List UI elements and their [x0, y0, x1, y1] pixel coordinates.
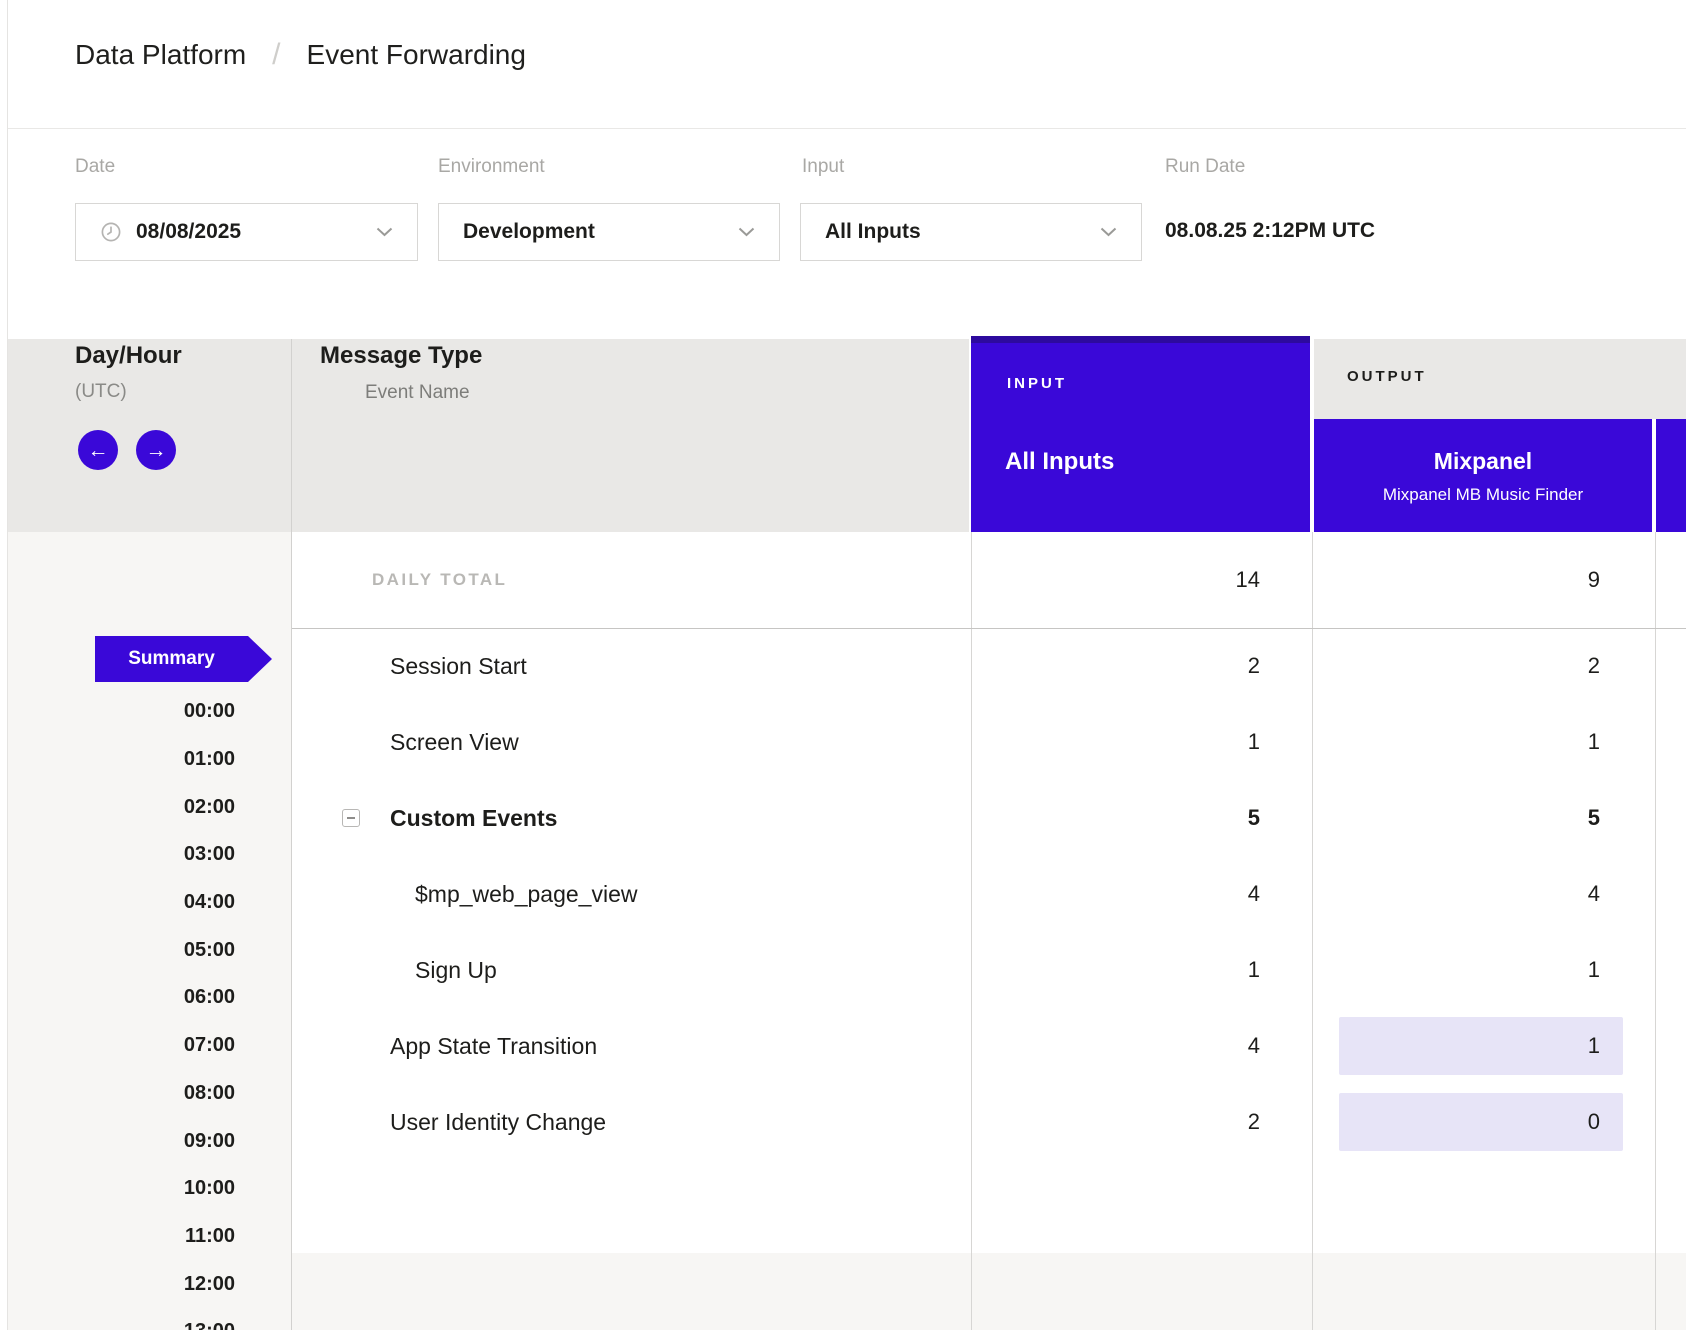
hour-item[interactable]: 03:00 [8, 831, 291, 879]
output-column-header-next-partial [1656, 419, 1686, 532]
event-forwarding-page: Data Platform / Event Forwarding Date En… [0, 0, 1686, 1330]
highlighted-output-cell: 1 [1339, 1017, 1623, 1075]
environment-select[interactable]: Development [438, 203, 780, 261]
summary-label: Summary [95, 636, 248, 682]
summary-arrow-point [248, 636, 272, 682]
output-column-name: Mixpanel [1434, 448, 1532, 476]
hour-list: 00:00 01:00 02:00 03:00 04:00 05:00 06:0… [8, 688, 291, 1330]
output-count: 1 [1588, 1033, 1600, 1059]
input-select[interactable]: All Inputs [800, 203, 1142, 261]
collapse-icon[interactable] [342, 809, 360, 827]
output-count: 4 [1312, 881, 1655, 907]
event-name: Sign Up [415, 957, 497, 983]
summary-row-selector[interactable]: Summary [95, 636, 272, 682]
run-date-value: 08.08.25 2:12PM UTC [1165, 219, 1375, 243]
event-name: $mp_web_page_view [415, 881, 638, 907]
input-header-top-strip [971, 336, 1310, 343]
event-name: Custom Events [390, 805, 557, 831]
input-count: 2 [971, 1109, 1312, 1135]
chevron-down-icon [738, 227, 755, 237]
output-column-header-mixpanel: Mixpanel Mixpanel MB Music Finder [1314, 419, 1652, 532]
event-name: Screen View [390, 729, 519, 755]
clock-icon [100, 221, 122, 243]
input-count: 5 [971, 805, 1312, 831]
hour-item[interactable]: 05:00 [8, 926, 291, 974]
hour-item[interactable]: 01:00 [8, 736, 291, 784]
table-row-custom-events: Custom Events 5 5 [292, 780, 1686, 856]
hour-item[interactable]: 08:00 [8, 1070, 291, 1118]
hour-item[interactable]: 13:00 [8, 1308, 291, 1330]
event-name: App State Transition [390, 1033, 597, 1059]
dayhour-column-title: Day/Hour [75, 342, 182, 370]
input-count: 4 [971, 1033, 1312, 1059]
date-select-value: 08/08/2025 [136, 220, 376, 244]
input-count: 2 [971, 653, 1312, 679]
date-filter-label: Date [75, 156, 115, 178]
daily-total-label: DAILY TOTAL [372, 570, 507, 589]
hour-item[interactable]: 07:00 [8, 1022, 291, 1070]
input-select-value: All Inputs [825, 220, 1100, 244]
event-name: User Identity Change [390, 1109, 606, 1135]
table-row: Screen View 1 1 [292, 704, 1686, 780]
chevron-down-icon [1100, 227, 1117, 237]
topbar-divider [8, 128, 1686, 129]
chevron-down-icon [376, 227, 393, 237]
table-row: App State Transition 4 1 [292, 1008, 1686, 1084]
previous-day-button[interactable]: ← [78, 430, 118, 470]
input-column-name: All Inputs [1005, 448, 1114, 476]
daily-total-row: DAILY TOTAL 14 9 [292, 532, 1686, 628]
hour-item[interactable]: 00:00 [8, 688, 291, 736]
input-count: 4 [971, 881, 1312, 907]
event-rows: Session Start 2 2 Screen View 1 1 Custom… [292, 628, 1686, 1160]
output-count: 2 [1312, 653, 1655, 679]
breadcrumb-separator: / [272, 38, 280, 72]
output-count: 1 [1312, 957, 1655, 983]
daily-total-output-value: 9 [1312, 567, 1655, 593]
arrow-left-icon: ← [88, 440, 109, 461]
input-column-header: INPUT All Inputs [971, 336, 1310, 532]
next-day-button[interactable]: → [136, 430, 176, 470]
input-section-label: INPUT [1007, 375, 1067, 392]
message-type-column-title: Message Type [320, 342, 482, 370]
table-row: Session Start 2 2 [292, 628, 1686, 704]
output-count: 0 [1588, 1109, 1600, 1135]
input-count: 1 [971, 729, 1312, 755]
dayhour-column-subtitle: (UTC) [75, 381, 127, 403]
highlighted-output-cell: 0 [1339, 1093, 1623, 1151]
run-date-label: Run Date [1165, 156, 1245, 178]
output-section-label: OUTPUT [1347, 368, 1427, 385]
hour-item[interactable]: 10:00 [8, 1165, 291, 1213]
table-footer-band [292, 1253, 1686, 1330]
environment-filter-label: Environment [438, 156, 545, 178]
input-count: 1 [971, 957, 1312, 983]
output-count: 1 [1312, 729, 1655, 755]
hour-item[interactable]: 02:00 [8, 783, 291, 831]
environment-select-value: Development [463, 220, 738, 244]
hour-item[interactable]: 06:00 [8, 974, 291, 1022]
date-select[interactable]: 08/08/2025 [75, 203, 418, 261]
output-count: 5 [1312, 805, 1655, 831]
input-filter-label: Input [802, 156, 844, 178]
event-name: Session Start [390, 653, 527, 679]
arrow-right-icon: → [146, 440, 167, 461]
hour-item[interactable]: 04:00 [8, 879, 291, 927]
breadcrumb-section[interactable]: Data Platform [75, 39, 246, 71]
daily-total-input-value: 14 [971, 567, 1312, 593]
hour-item[interactable]: 11:00 [8, 1213, 291, 1261]
table-row: Sign Up 1 1 [292, 932, 1686, 1008]
message-type-column-subtitle: Event Name [365, 382, 470, 404]
hour-item[interactable]: 09:00 [8, 1117, 291, 1165]
table-row: $mp_web_page_view 4 4 [292, 856, 1686, 932]
breadcrumb: Data Platform / Event Forwarding [75, 38, 526, 72]
page-title: Event Forwarding [307, 39, 526, 71]
hour-item[interactable]: 12:00 [8, 1260, 291, 1308]
table-row: User Identity Change 2 0 [292, 1084, 1686, 1160]
output-column-subtitle: Mixpanel MB Music Finder [1383, 485, 1583, 505]
